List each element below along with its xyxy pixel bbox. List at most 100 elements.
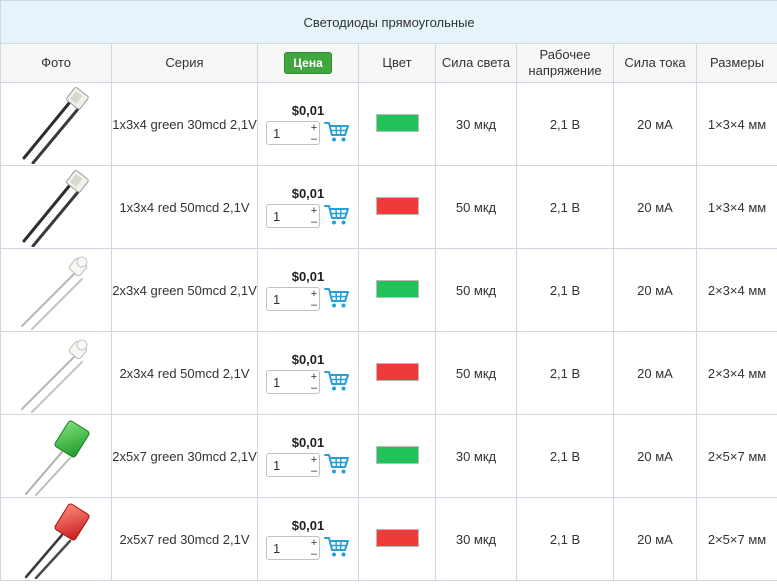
price-cell: $0,01 + – [257, 165, 359, 249]
quantity-stepper[interactable]: + – [266, 204, 320, 228]
header-photo: Фото [0, 43, 112, 83]
voltage-cell: 2,1 В [516, 248, 614, 332]
quantity-input[interactable] [267, 537, 309, 559]
led-photo[interactable] [16, 167, 96, 247]
luminous-cell: 50 мкд [435, 165, 517, 249]
luminous-cell: 30 мкд [435, 82, 517, 166]
shopping-cart-icon[interactable] [324, 287, 350, 312]
header-voltage: Рабочее напряжение [516, 43, 614, 83]
luminous-cell: 50 мкд [435, 248, 517, 332]
color-cell [358, 165, 436, 249]
current-cell: 20 мА [613, 497, 697, 581]
led-photo[interactable] [16, 499, 96, 579]
color-cell [358, 497, 436, 581]
voltage-cell: 2,1 В [516, 165, 614, 249]
led-photo[interactable] [16, 84, 96, 164]
led-photo[interactable] [16, 333, 96, 413]
photo-cell [0, 248, 112, 332]
shopping-cart-icon[interactable] [324, 121, 350, 146]
series-cell[interactable]: 2x5x7 green 30mcd 2,1V [111, 414, 258, 498]
current-cell: 20 мА [613, 165, 697, 249]
series-cell[interactable]: 2x3x4 green 50mcd 2,1V [111, 248, 258, 332]
quantity-stepper[interactable]: + – [266, 370, 320, 394]
decrement-button[interactable]: – [309, 133, 319, 144]
table-row: 1x3x4 green 30mcd 2,1V $0,01 + – 30 мкд [0, 82, 777, 166]
increment-button[interactable]: + [309, 537, 319, 548]
color-cell [358, 414, 436, 498]
series-cell[interactable]: 2x5x7 red 30mcd 2,1V [111, 497, 258, 581]
color-cell [358, 82, 436, 166]
quantity-stepper[interactable]: + – [266, 287, 320, 311]
series-cell[interactable]: 1x3x4 green 30mcd 2,1V [111, 82, 258, 166]
quantity-stepper[interactable]: + – [266, 536, 320, 560]
voltage-cell: 2,1 В [516, 414, 614, 498]
size-cell: 1×3×4 мм [695, 82, 777, 166]
sort-by-price-button[interactable]: Цена [284, 52, 332, 74]
price-value: $0,01 [291, 434, 325, 450]
photo-cell [0, 497, 112, 581]
decrement-button[interactable]: – [309, 548, 319, 559]
price-value: $0,01 [291, 517, 325, 533]
increment-button[interactable]: + [309, 454, 319, 465]
increment-button[interactable]: + [309, 122, 319, 133]
series-cell[interactable]: 2x3x4 red 50mcd 2,1V [111, 331, 258, 415]
current-cell: 20 мА [613, 414, 697, 498]
quantity-input[interactable] [267, 288, 309, 310]
shopping-cart-icon[interactable] [324, 453, 350, 478]
size-cell: 2×3×4 мм [695, 248, 777, 332]
quantity-input[interactable] [267, 205, 309, 227]
photo-cell [0, 331, 112, 415]
decrement-button[interactable]: – [309, 299, 319, 310]
quantity-input[interactable] [267, 454, 309, 476]
size-cell: 1×3×4 мм [695, 165, 777, 249]
quantity-stepper[interactable]: + – [266, 121, 320, 145]
price-cell: $0,01 + – [257, 414, 359, 498]
header-price[interactable]: Цена [257, 43, 359, 83]
size-cell: 2×5×7 мм [695, 497, 777, 581]
color-cell [358, 331, 436, 415]
led-photo[interactable] [16, 250, 96, 330]
price-cell: $0,01 + – [257, 248, 359, 332]
color-cell [358, 248, 436, 332]
header-size: Размеры [695, 43, 777, 83]
decrement-button[interactable]: – [309, 216, 319, 227]
color-swatch [375, 528, 419, 547]
quantity-stepper[interactable]: + – [266, 453, 320, 477]
color-swatch [375, 362, 419, 381]
decrement-button[interactable]: – [309, 382, 319, 393]
increment-button[interactable]: + [309, 288, 319, 299]
table-row: 2x5x7 red 30mcd 2,1V $0,01 + – 30 мкд [0, 497, 777, 581]
series-cell[interactable]: 1x3x4 red 50mcd 2,1V [111, 165, 258, 249]
shopping-cart-icon[interactable] [324, 370, 350, 395]
header-current: Сила тока [613, 43, 697, 83]
increment-button[interactable]: + [309, 205, 319, 216]
voltage-cell: 2,1 В [516, 82, 614, 166]
photo-cell [0, 414, 112, 498]
increment-button[interactable]: + [309, 371, 319, 382]
color-swatch [375, 445, 419, 464]
price-value: $0,01 [291, 351, 325, 367]
price-cell: $0,01 + – [257, 331, 359, 415]
table-row: 2x3x4 red 50mcd 2,1V $0,01 + – 50 мкд [0, 331, 777, 415]
table-title: Светодиоды прямоугольные [0, 0, 777, 44]
header-series: Серия [111, 43, 258, 83]
price-value: $0,01 [291, 185, 325, 201]
table-row: 2x5x7 green 30mcd 2,1V $0,01 + – 30 мкд [0, 414, 777, 498]
photo-cell [0, 165, 112, 249]
voltage-cell: 2,1 В [516, 331, 614, 415]
decrement-button[interactable]: – [309, 465, 319, 476]
led-photo[interactable] [16, 416, 96, 496]
shopping-cart-icon[interactable] [324, 204, 350, 229]
current-cell: 20 мА [613, 248, 697, 332]
shopping-cart-icon[interactable] [324, 536, 350, 561]
luminous-cell: 50 мкд [435, 331, 517, 415]
price-cell: $0,01 + – [257, 497, 359, 581]
price-value: $0,01 [291, 102, 325, 118]
photo-cell [0, 82, 112, 166]
price-value: $0,01 [291, 268, 325, 284]
products-table: Светодиоды прямоугольные Фото Серия Цена… [0, 0, 777, 581]
quantity-input[interactable] [267, 122, 309, 144]
luminous-cell: 30 мкд [435, 414, 517, 498]
header-color: Цвет [358, 43, 436, 83]
quantity-input[interactable] [267, 371, 309, 393]
